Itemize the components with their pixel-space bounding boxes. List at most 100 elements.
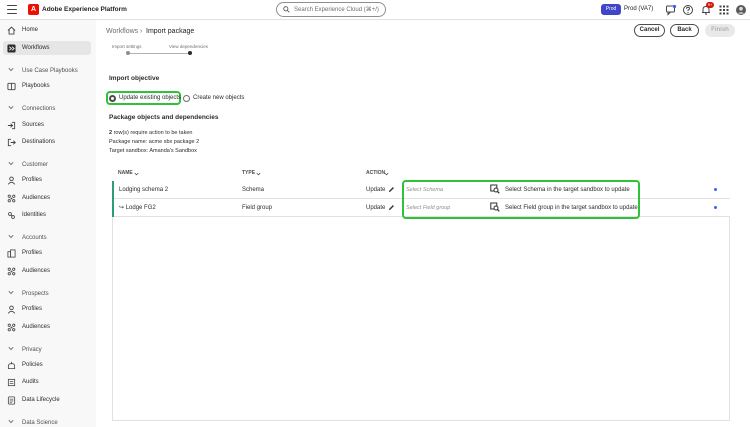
package-name: Package name: acme sbx package 2 <box>109 139 200 145</box>
sidebar-item-audits[interactable]: Audits <box>3 375 91 389</box>
edit-icon[interactable] <box>388 186 395 193</box>
workflows-icon <box>7 44 16 53</box>
row-name: ↪ Lodge FG2 <box>119 205 156 211</box>
profiles-icon <box>7 305 16 314</box>
radio-label-update-existing[interactable]: Update existing objects <box>119 94 181 102</box>
audits-icon <box>7 378 16 387</box>
sidebar-item-playbooks[interactable]: Playbooks <box>3 79 91 93</box>
package-section-title: Package objects and dependencies <box>109 114 219 121</box>
notification-badge: 9+ <box>706 2 714 8</box>
breadcrumb-workflows[interactable]: Workflows <box>106 27 138 36</box>
data-lifecycle-icon <box>7 396 16 405</box>
step-view-dependencies[interactable]: View dependencies <box>169 44 208 50</box>
adobe-logo-icon: A <box>28 4 39 15</box>
sources-icon <box>7 121 16 130</box>
column-header-action[interactable]: ACTION <box>366 170 385 177</box>
audiences-icon <box>7 323 16 332</box>
chevron-down-icon[interactable] <box>256 172 261 176</box>
sidebar-item-sources[interactable]: Sources <box>3 118 91 132</box>
sidebar-item-label: Workflows <box>22 45 50 51</box>
cancel-button[interactable]: Cancel <box>634 24 665 37</box>
search-box[interactable] <box>276 2 386 17</box>
chevron-down-icon <box>8 234 14 239</box>
edit-icon[interactable] <box>388 204 395 211</box>
sidebar-item-account-profiles[interactable]: Profiles <box>3 246 91 260</box>
sidebar-item-label: Destinations <box>22 139 56 145</box>
sidebar-item-label: Playbooks <box>22 83 50 89</box>
sidebar-item-label: Identities <box>22 212 47 218</box>
help-icon[interactable] <box>682 4 694 16</box>
sidebar-section-use-case-playbooks[interactable]: Use Case Playbooks <box>3 64 91 76</box>
sidebar-item-workflows[interactable]: Workflows <box>3 41 91 55</box>
radio-create-new[interactable] <box>183 94 190 102</box>
search-icon <box>283 6 290 13</box>
target-sandbox: Target sandbox: Amanda's Sandbox <box>109 148 197 154</box>
sidebar-item-prospect-profiles[interactable]: Profiles <box>3 302 91 316</box>
sidebar-item-label: Data Lifecycle <box>22 397 60 403</box>
sidebar-section-label: Data Science <box>22 420 58 426</box>
feedback-icon[interactable] <box>665 4 677 16</box>
destinations-icon <box>7 138 16 147</box>
sidebar-item-policies[interactable]: Policies <box>3 358 91 372</box>
sidebar-section-label: Customer <box>22 162 49 168</box>
breadcrumb-separator: › <box>140 28 143 35</box>
finish-button[interactable]: Finish <box>705 24 735 37</box>
chevron-down-icon <box>8 419 14 424</box>
breadcrumb-current: Import package <box>146 28 195 35</box>
sidebar-item-label: Audiences <box>22 268 51 274</box>
radio-update-existing[interactable] <box>109 94 116 102</box>
sidebar-section-data-science[interactable]: Data Science <box>3 416 91 427</box>
column-header-name[interactable]: NAME <box>118 170 133 177</box>
highlight-target-selection <box>402 180 640 219</box>
import-objective-title: Import objective <box>109 75 160 82</box>
sidebar-item-label: Home <box>22 27 39 33</box>
sidebar-item-customer-profiles[interactable]: Profiles <box>3 173 91 187</box>
sidebar-item-customer-audiences[interactable]: Audiences <box>3 191 91 205</box>
sidebar-item-identities[interactable]: Identities <box>3 208 91 222</box>
env-badge[interactable]: Prod <box>601 4 621 15</box>
sidebar-item-label: Policies <box>22 362 43 368</box>
column-header-type[interactable]: TYPE <box>242 170 255 177</box>
chevron-down-icon <box>8 67 14 72</box>
row-type: Field group <box>242 205 273 211</box>
sidebar-item-label: Profiles <box>22 306 43 312</box>
row-action: Update <box>366 205 386 211</box>
chevron-down-icon[interactable] <box>134 172 139 176</box>
status-dot <box>714 206 717 209</box>
sidebar-section-accounts[interactable]: Accounts <box>3 231 91 243</box>
sidebar-section-privacy[interactable]: Privacy <box>3 343 91 355</box>
status-dot <box>714 188 717 191</box>
sidebar-item-account-audiences[interactable]: Audiences <box>3 264 91 278</box>
sidebar-item-label: Audiences <box>22 195 51 201</box>
chevron-down-icon <box>8 105 14 110</box>
sidebar-section-label: Use Case Playbooks <box>22 68 78 74</box>
sidebar-section-connections[interactable]: Connections <box>3 102 91 114</box>
sidebar-item-label: Sources <box>22 122 45 128</box>
main-content: Workflows › Import package Import settin… <box>96 20 750 427</box>
audiences-icon <box>7 194 16 203</box>
sidebar-item-home[interactable]: Home <box>3 23 91 37</box>
sidebar-item-prospect-audiences[interactable]: Audiences <box>3 320 91 334</box>
sidebar-item-data-lifecycle[interactable]: Data Lifecycle <box>3 393 91 407</box>
sidebar-section-label: Privacy <box>22 347 42 353</box>
sidebar-section-prospects[interactable]: Prospects <box>3 287 91 299</box>
sidebar-section-customer[interactable]: Customer <box>3 158 91 170</box>
row-action: Update <box>366 187 386 193</box>
sidebar: Home Workflows Use Case Playbooks Playbo… <box>0 20 96 427</box>
sidebar-item-destinations[interactable]: Destinations <box>3 135 91 149</box>
chevron-down-icon[interactable] <box>384 172 389 176</box>
account-profiles-icon <box>7 249 16 258</box>
sidebar-item-label: Audits <box>22 379 39 385</box>
search-input[interactable] <box>294 4 384 15</box>
row-type: Schema <box>242 187 265 193</box>
chevron-down-icon <box>8 290 14 295</box>
step-import-settings[interactable]: Import settings <box>112 44 142 50</box>
radio-label-create-new[interactable]: Create new objects <box>193 94 244 102</box>
sidebar-section-label: Prospects <box>22 291 49 297</box>
rows-count: 2 <box>109 130 113 136</box>
apps-grid-icon[interactable] <box>718 4 730 16</box>
back-button[interactable]: Back <box>670 24 699 37</box>
env-label[interactable]: Prod (VA7) <box>624 5 653 14</box>
avatar-icon[interactable] <box>735 4 747 16</box>
menu-icon[interactable] <box>7 5 17 14</box>
